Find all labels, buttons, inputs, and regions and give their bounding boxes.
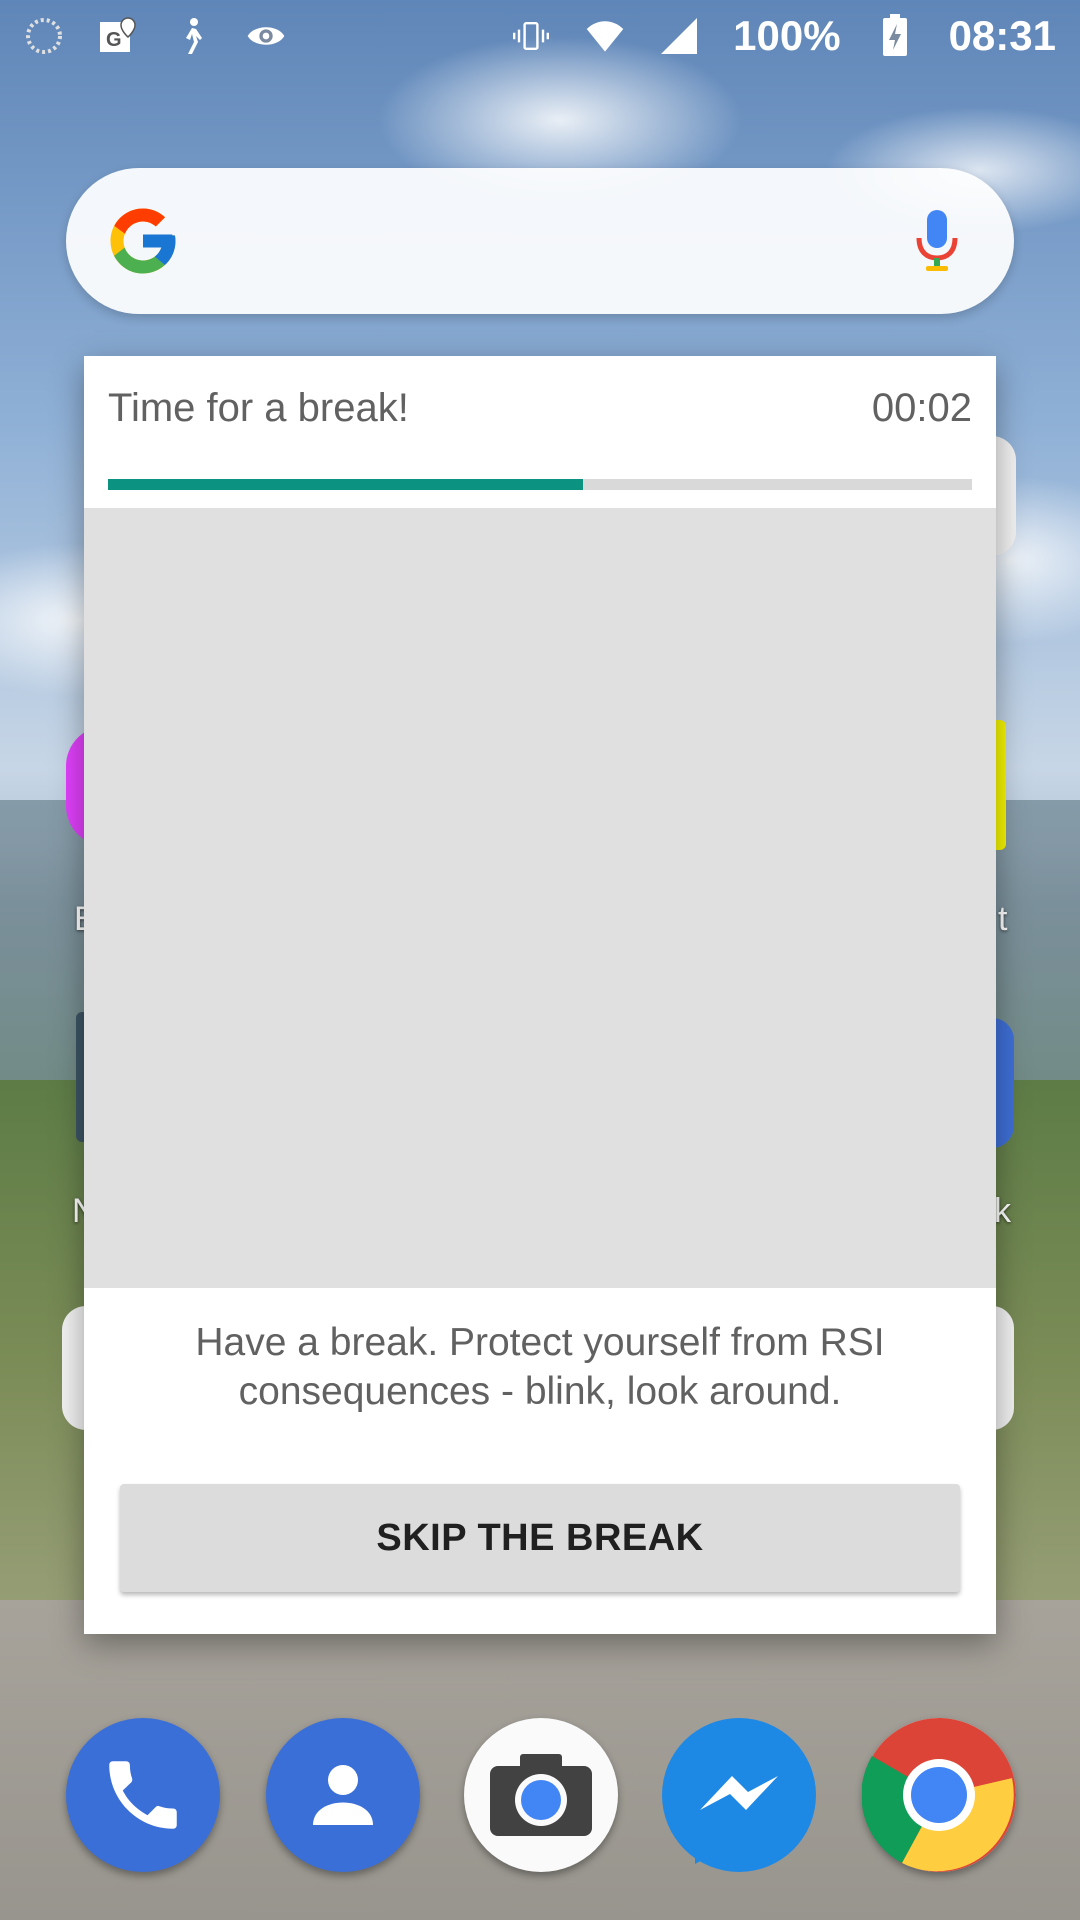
eye-icon	[246, 16, 286, 56]
clock: 08:31	[948, 12, 1056, 59]
google-search-bar[interactable]	[66, 168, 1014, 314]
walking-icon	[172, 16, 212, 56]
dialog-header: Time for a break! 00:02	[84, 356, 996, 508]
app-label-peek-right-1: t	[998, 900, 1008, 938]
signal-icon	[659, 16, 699, 56]
break-image-placeholder	[84, 508, 996, 1288]
svg-text:G: G	[106, 29, 122, 51]
vibrate-icon	[511, 16, 551, 56]
wifi-icon	[585, 16, 625, 56]
sync-icon	[24, 16, 64, 56]
break-message: Have a break. Protect yourself from RSI …	[195, 1321, 885, 1413]
app-icon-peek-left-3	[62, 1306, 86, 1430]
messenger-app-icon[interactable]	[662, 1718, 816, 1872]
skip-break-button[interactable]: SKIP THE BREAK	[120, 1484, 960, 1592]
break-dialog: Time for a break! 00:02 Have a break. Pr…	[84, 356, 996, 1634]
break-progress-bar	[108, 479, 972, 490]
chrome-icon	[862, 1718, 1016, 1872]
camera-icon	[490, 1754, 592, 1836]
app-label-peek-right-2: k	[994, 1192, 1011, 1230]
phone-app-icon[interactable]	[66, 1718, 220, 1872]
phone-icon	[109, 1761, 177, 1829]
status-bar: G 100% 08:31	[0, 0, 1080, 72]
messenger-icon	[670, 1728, 808, 1864]
break-progress-fill	[108, 479, 584, 490]
google-logo-icon	[110, 208, 176, 274]
break-timer: 00:02	[871, 386, 972, 430]
maps-notification-icon: G	[98, 16, 138, 56]
dialog-title: Time for a break!	[108, 386, 409, 430]
contacts-app-icon[interactable]	[266, 1718, 420, 1872]
microphone-icon[interactable]	[912, 208, 962, 278]
battery-charging-icon	[875, 14, 915, 56]
camera-app-icon[interactable]	[464, 1718, 618, 1872]
battery-percent: 100%	[733, 12, 841, 59]
contacts-icon	[313, 1765, 373, 1825]
chrome-app-icon[interactable]	[862, 1718, 1016, 1872]
